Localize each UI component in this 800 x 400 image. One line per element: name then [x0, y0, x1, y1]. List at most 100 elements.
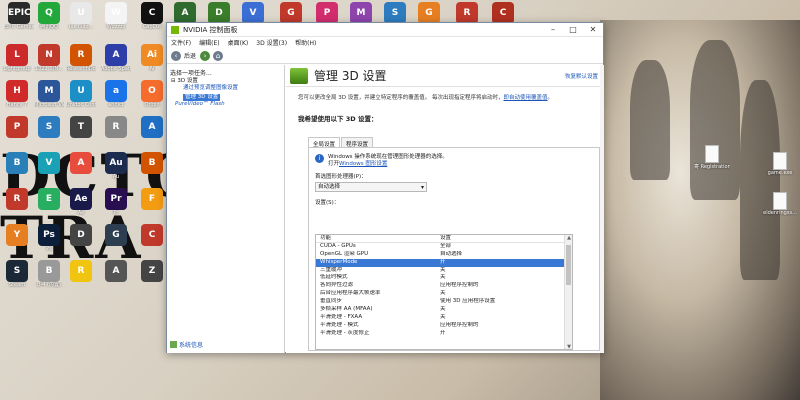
desktop-icon[interactable]: F [137, 188, 167, 210]
desktop-icon[interactable]: A [66, 152, 96, 174]
desktop-icon[interactable]: D [204, 2, 234, 24]
desktop-icon[interactable]: RResearchDo... [66, 44, 96, 72]
settings-row[interactable]: 三重缓冲 关 [316, 267, 572, 275]
menu-3d-settings[interactable]: 3D 设置(3) [256, 38, 287, 47]
settings-row[interactable]: 各向异性过滤 应用程序控制的 [316, 282, 572, 290]
menu-desktop[interactable]: 桌面(K) [228, 38, 249, 47]
settings-row[interactable]: 平滑处理 - 模式 应用程序控制的 [316, 322, 572, 330]
settings-row[interactable]: 低延时模式 关 [316, 274, 572, 282]
desktop-file-icon[interactable]: game.exe [762, 152, 798, 176]
desktop-icon[interactable]: A [137, 116, 167, 138]
forward-arrow-icon[interactable]: › [200, 50, 211, 61]
settings-row[interactable]: 垂直同步 使用 3D 应用程序设置 [316, 298, 572, 306]
desktop-icon[interactable]: C [488, 2, 518, 24]
menu-edit[interactable]: 编辑(E) [199, 38, 219, 47]
desktop-icon[interactable]: M [346, 2, 376, 24]
desktop-icon[interactable]: Uuu_fluip... [66, 2, 96, 30]
desktop-file-icon[interactable]: eldenringss... [762, 192, 798, 216]
desktop-icon[interactable]: a ahdict [101, 80, 131, 108]
desktop-icon[interactable]: A [101, 260, 131, 282]
desktop-icon[interactable]: V [34, 152, 64, 174]
desktop-icon[interactable]: B B-4 (内置) [34, 260, 64, 288]
content-scrollbar[interactable] [600, 65, 604, 353]
desktop-icon[interactable]: R [452, 2, 482, 24]
desktop-icon[interactable]: Ae Ae [66, 188, 96, 216]
app-icon: Q [38, 2, 60, 24]
tree-node-3d-settings[interactable]: ⊟ 3D 设置 [171, 78, 284, 85]
desktop-icon[interactable]: S Steam [2, 260, 32, 288]
back-label[interactable]: 后退 [184, 51, 196, 60]
settings-row[interactable]: 多帧采样 AA (MFAA) 关 [316, 306, 572, 314]
file-icon [705, 145, 719, 163]
home-icon[interactable]: ⌂ [213, 50, 224, 61]
desktop-icon[interactable]: Q 腾讯QQ [34, 2, 64, 30]
desktop-icon[interactable]: A [170, 2, 200, 24]
desktop-icon[interactable]: P [2, 116, 32, 138]
desktop-icon[interactable]: C [137, 224, 167, 246]
scroll-down-icon[interactable]: ▼ [565, 344, 572, 349]
settings-row[interactable]: OpenGL 渲染 GPU 自动选择 [316, 251, 572, 259]
menu-help[interactable]: 帮助(H) [295, 38, 316, 47]
settings-scrollbar[interactable]: ▲ ▼ [564, 235, 572, 349]
desktop-icon[interactable]: EPICEPIC Games Launcher [4, 2, 34, 30]
desktop-icon[interactable]: G [276, 2, 306, 24]
title-bar[interactable]: NVIDIA 控制面板 – □ ✕ [167, 23, 603, 37]
desktop-icon[interactable]: MMicrosoft Video Editor [34, 80, 64, 108]
row-setting: 关 [440, 313, 446, 320]
desktop-icon[interactable]: B [2, 152, 32, 174]
desktop-icon[interactable]: L Lightgroup [2, 44, 32, 72]
desktop-icon[interactable]: S [34, 116, 64, 138]
desktop-icon[interactable]: G [414, 2, 444, 24]
desktop-icon[interactable]: R [66, 260, 96, 282]
settings-row[interactable]: WhisperMode 开 [316, 258, 572, 267]
desktop-icon[interactable]: R [2, 188, 32, 210]
desktop-icon[interactable]: B [137, 152, 167, 174]
close-button[interactable]: ✕ [583, 23, 603, 37]
settings-row[interactable]: 平滑处理 - 灰度修正 开 [316, 330, 572, 338]
desktop-icon[interactable]: P [312, 2, 342, 24]
description-end: 。 [547, 95, 554, 101]
desktop-icon[interactable]: W Wuzzzz [101, 2, 131, 30]
minimize-button[interactable]: – [543, 23, 563, 37]
system-info-link[interactable]: 系统信息 [170, 340, 203, 349]
desktop-icon[interactable]: Au Au [101, 152, 131, 180]
row-feature: WhisperMode [320, 258, 358, 265]
desktop-icon[interactable]: V [238, 2, 268, 24]
settings-row[interactable]: 后台应用程序最大帧速率 关 [316, 290, 572, 298]
windows-graphics-settings-link[interactable]: Windows 图形设置 [339, 161, 387, 167]
settings-row[interactable]: CUDA - GPUs 全部 [316, 243, 572, 251]
desktop-icon-label: Ae [77, 210, 85, 216]
preferred-gpu-select[interactable]: 自动选择 ▾ [315, 182, 427, 192]
desktop-icon[interactable]: R [101, 116, 131, 138]
desktop-icon[interactable]: N 1022.1(N... [34, 44, 64, 72]
tree-node-purevideo[interactable]: PureVideo™ Flash [171, 101, 284, 108]
scrollbar-thumb[interactable] [566, 245, 571, 285]
scroll-up-icon[interactable]: ▲ [565, 235, 572, 242]
desktop-icon[interactable]: Pr Pr [101, 188, 131, 216]
menu-file[interactable]: 文件(F) [171, 38, 191, 47]
desktop-icon[interactable]: Z [137, 260, 167, 282]
desktop-icon[interactable]: S [380, 2, 410, 24]
desktop-icon-label: Unidoc Connect [66, 102, 96, 108]
settings-row[interactable]: 平滑处理 - FXAA 关 [316, 314, 572, 322]
tree-node-preview-image[interactable]: 通过预览调整图像设置 [171, 85, 284, 92]
back-arrow-icon[interactable]: ‹ [171, 50, 181, 61]
desktop-icon[interactable]: UUnidoc Connect [66, 80, 96, 108]
desktop-icon[interactable]: Ps Ps [34, 224, 64, 252]
desktop-icon[interactable]: O Origin [137, 80, 167, 108]
desktop-file-icon[interactable]: 寄 Registration ... [694, 145, 730, 170]
app-icon: C [141, 224, 163, 246]
desktop-icon[interactable]: E [34, 188, 64, 210]
desktop-icon[interactable]: D [66, 224, 96, 246]
desktop-icon[interactable]: G [101, 224, 131, 246]
description-link[interactable]: 即自动使用覆盖值 [503, 95, 547, 101]
desktop-icon[interactable]: Y [2, 224, 32, 246]
desktop-icon[interactable]: C CapCut [137, 2, 167, 30]
maximize-button[interactable]: □ [563, 23, 583, 37]
desktop-icon[interactable]: H Hancy 7 [2, 80, 32, 108]
restore-defaults-link[interactable]: 恢复默认设置 [565, 72, 598, 80]
desktop-icon[interactable]: T [66, 116, 96, 138]
tree-node-manage-3d[interactable]: 管理 3D 设置 [183, 94, 221, 101]
desktop-icon[interactable]: Ai Ai [137, 44, 167, 72]
desktop-icon[interactable]: A Adobe Spark [101, 44, 131, 72]
